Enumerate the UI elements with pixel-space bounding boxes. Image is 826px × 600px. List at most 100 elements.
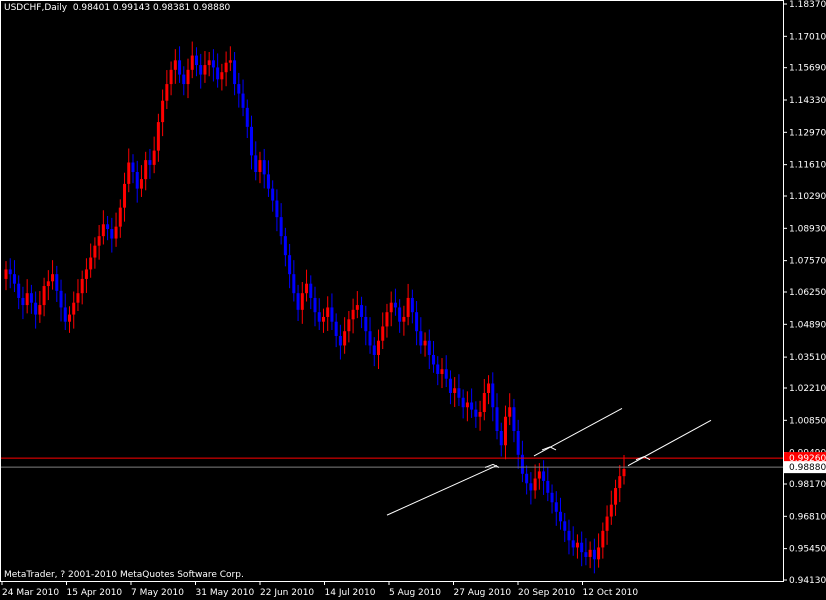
candle-body xyxy=(173,60,177,70)
candle-body xyxy=(338,335,342,346)
candle-body xyxy=(63,307,67,322)
x-tick-label: 14 Jul 2010 xyxy=(325,588,376,598)
candle-body xyxy=(393,302,397,308)
y-tick-label: 1.08930 xyxy=(789,224,826,234)
y-tick-label: 1.10290 xyxy=(789,192,826,202)
candlestick-series xyxy=(4,41,626,574)
x-tick-label: 12 Oct 2010 xyxy=(583,588,639,598)
candle-body xyxy=(194,55,198,66)
candle-body xyxy=(220,72,224,80)
candle-body xyxy=(17,283,21,298)
candle-body xyxy=(495,407,499,432)
y-tick-label: 0.94130 xyxy=(789,576,826,586)
candle-body xyxy=(165,84,169,101)
candle-body xyxy=(550,492,554,503)
candle-body xyxy=(144,160,148,180)
x-tick-label: 7 May 2010 xyxy=(131,588,184,598)
trendlines[interactable] xyxy=(386,407,712,516)
horizontal-levels xyxy=(0,457,783,468)
candle-body xyxy=(571,540,575,548)
candle-body xyxy=(59,290,63,308)
current-price-badge-label: 0.98880 xyxy=(789,463,826,473)
candle-body xyxy=(406,297,410,317)
candle-body xyxy=(12,274,16,284)
candle-body xyxy=(25,293,29,306)
candle-body xyxy=(597,547,601,560)
candle-body xyxy=(271,188,275,201)
candle-body xyxy=(334,321,338,336)
candle-body xyxy=(478,412,482,417)
candle-body xyxy=(410,297,414,313)
candle-body xyxy=(453,388,457,393)
candle-body xyxy=(29,293,33,303)
y-tick-label: 1.02210 xyxy=(789,384,826,394)
candle-body xyxy=(156,122,160,151)
candle-body xyxy=(110,229,114,239)
candle-body xyxy=(89,257,93,270)
candle-body xyxy=(118,207,122,227)
x-tick-label: 15 Apr 2010 xyxy=(67,588,123,598)
y-tick-label: 1.00850 xyxy=(789,416,826,426)
candle-body xyxy=(203,65,207,75)
y-tick-label: 1.07570 xyxy=(789,257,826,267)
ohlc-label: 0.98401 0.99143 0.98381 0.98880 xyxy=(72,3,231,13)
y-tick-label: 1.15690 xyxy=(789,64,826,74)
candle-body xyxy=(529,483,533,491)
candle-body xyxy=(275,200,279,218)
candle-body xyxy=(38,305,42,315)
copyright-label: MetaTrader, ? 2001-2010 MetaQuotes Softw… xyxy=(4,570,244,580)
candle-body xyxy=(470,402,474,410)
candle-body xyxy=(135,172,139,189)
candle-body xyxy=(182,74,186,85)
candle-body xyxy=(21,297,25,306)
candle-body xyxy=(423,340,427,346)
candle-body xyxy=(554,502,558,512)
candle-body xyxy=(546,480,550,493)
candle-body xyxy=(448,378,452,393)
candle-body xyxy=(317,312,321,322)
candle-body xyxy=(567,530,571,541)
candle-body xyxy=(609,504,613,517)
candle-body xyxy=(508,407,512,417)
trendline xyxy=(533,407,623,457)
y-tick-label: 1.04890 xyxy=(789,320,826,330)
x-tick-label: 27 Aug 2010 xyxy=(454,588,512,598)
candle-body xyxy=(351,309,355,320)
candle-body xyxy=(224,62,228,73)
y-tick-label: 1.18370 xyxy=(789,0,826,10)
candle-body xyxy=(368,331,372,346)
candle-body xyxy=(614,488,618,505)
candle-body xyxy=(283,236,287,256)
candle-body xyxy=(84,269,88,279)
candle-body xyxy=(326,307,330,317)
y-tick-label: 1.14330 xyxy=(789,96,826,106)
y-tick-label: 1.12970 xyxy=(789,128,826,138)
candle-body xyxy=(601,530,605,548)
candle-body xyxy=(580,542,584,553)
candle-body xyxy=(292,274,296,294)
candle-body xyxy=(254,155,258,172)
candle-body xyxy=(258,160,262,172)
candle-body xyxy=(139,179,143,189)
candle-body xyxy=(385,312,389,327)
candle-body xyxy=(499,431,503,446)
candle-body xyxy=(461,397,465,408)
candle-body xyxy=(8,269,12,275)
candle-body xyxy=(525,473,529,484)
candle-body xyxy=(131,162,135,172)
y-tick-label: 0.95450 xyxy=(789,545,826,555)
candle-body xyxy=(233,60,237,85)
candle-body xyxy=(419,331,423,346)
candle-body xyxy=(169,69,173,85)
candle-body xyxy=(300,293,304,310)
candle-body xyxy=(563,521,567,531)
candle-body xyxy=(152,150,156,165)
candle-body xyxy=(228,60,232,63)
candle-body xyxy=(427,340,431,355)
candle-body xyxy=(161,100,165,123)
candle-body xyxy=(440,369,444,374)
price-chart[interactable]: 1.18370 1.17010 1.15690 1.14330 1.12970 1.116… xyxy=(0,0,826,600)
candle-body xyxy=(34,302,38,315)
candle-body xyxy=(127,162,131,184)
y-tick-label: 0.96810 xyxy=(789,512,826,522)
